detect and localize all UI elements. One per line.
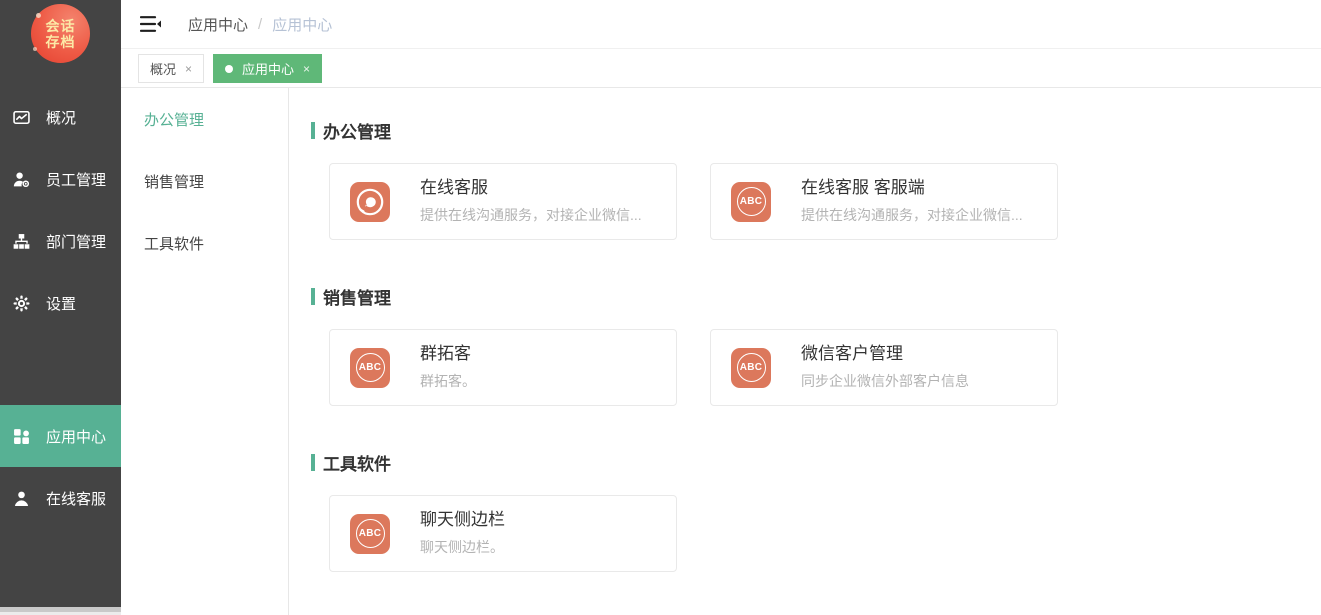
breadcrumb: 应用中心 / 应用中心 [188, 14, 332, 35]
abc-app-icon: ABC [731, 348, 771, 388]
app-card-chat-sidebar[interactable]: ABC 聊天侧边栏 聊天侧边栏。 [329, 495, 677, 572]
sidebar-item-online-service[interactable]: 在线客服 [0, 467, 121, 529]
app-description: 提供在线沟通服务，对接企业微信... [420, 205, 642, 225]
section-sales: 销售管理 ABC 群拓客 群拓客。 ABC [311, 284, 1321, 406]
tab-app-center[interactable]: 应用中心 × [213, 54, 322, 83]
sidebar-collapse-icon[interactable] [140, 15, 162, 33]
section-title-bar [311, 122, 315, 139]
app-center-content: 办公管理 在线客服 提供在线沟通服务，对接企业微信... ABC [290, 88, 1321, 615]
tab-close-icon[interactable]: × [185, 62, 192, 76]
app-description: 同步企业微信外部客户信息 [801, 371, 969, 391]
section-title-text: 工具软件 [323, 450, 391, 475]
section-title-text: 销售管理 [323, 284, 391, 309]
sidebar-item-settings[interactable]: 设置 [0, 272, 121, 334]
app-description: 提供在线沟通服务，对接企业微信... [801, 205, 1023, 225]
logo-dot-decoration [36, 13, 41, 18]
abc-icon-text: ABC [737, 353, 766, 382]
abc-icon-text: ABC [356, 353, 385, 382]
horizontal-scrollbar[interactable] [0, 607, 121, 615]
sidebar-item-overview[interactable]: 概况 [0, 86, 121, 148]
abc-app-icon: ABC [350, 514, 390, 554]
app-window: 会话 存档 概况 员工管理 部门管理 [0, 0, 1321, 615]
sidebar-item-label: 部门管理 [46, 231, 106, 252]
card-row: ABC 群拓客 群拓客。 ABC 微信客户管理 同步企业微信外部客户信息 [329, 329, 1321, 406]
app-grid-icon [13, 428, 30, 445]
customer-service-icon [350, 182, 390, 222]
category-item-tools[interactable]: 工具软件 [121, 212, 288, 274]
app-name: 在线客服 [420, 178, 642, 198]
sidebar-menu: 概况 员工管理 部门管理 设置 [0, 86, 121, 529]
logo-badge: 会话 存档 [31, 4, 90, 63]
tab-close-icon[interactable]: × [303, 62, 310, 76]
abc-app-icon: ABC [350, 348, 390, 388]
card-text: 在线客服 客服端 提供在线沟通服务，对接企业微信... [801, 178, 1023, 225]
main-sidebar: 会话 存档 概况 员工管理 部门管理 [0, 0, 121, 607]
app-card-online-service[interactable]: 在线客服 提供在线沟通服务，对接企业微信... [329, 163, 677, 240]
breadcrumb-separator: / [258, 16, 262, 33]
employee-icon [13, 171, 30, 188]
category-label: 销售管理 [144, 171, 204, 192]
logo-line1: 会话 [46, 18, 76, 34]
category-label: 工具软件 [144, 233, 204, 254]
sidebar-item-app-center[interactable]: 应用中心 [0, 405, 121, 467]
app-card-wechat-crm[interactable]: ABC 微信客户管理 同步企业微信外部客户信息 [710, 329, 1058, 406]
section-title: 销售管理 [311, 284, 1321, 309]
section-title: 办公管理 [311, 118, 1321, 143]
card-row: 在线客服 提供在线沟通服务，对接企业微信... ABC 在线客服 客服端 提供在… [329, 163, 1321, 240]
breadcrumb-first[interactable]: 应用中心 [188, 14, 248, 35]
tab-label: 概况 [150, 59, 176, 78]
sidebar-item-label: 在线客服 [46, 488, 106, 509]
sidebar-item-label: 应用中心 [46, 426, 106, 447]
card-row: ABC 聊天侧边栏 聊天侧边栏。 [329, 495, 1321, 572]
card-text: 在线客服 提供在线沟通服务，对接企业微信... [420, 178, 642, 225]
sidebar-item-label: 员工管理 [46, 169, 106, 190]
top-header: 应用中心 / 应用中心 [121, 0, 1321, 49]
sidebar-item-employees[interactable]: 员工管理 [0, 148, 121, 210]
active-tab-dot [225, 65, 233, 73]
app-card-online-service-agent[interactable]: ABC 在线客服 客服端 提供在线沟通服务，对接企业微信... [710, 163, 1058, 240]
sidebar-item-departments[interactable]: 部门管理 [0, 210, 121, 272]
gear-icon [13, 295, 30, 312]
app-description: 聊天侧边栏。 [420, 537, 505, 557]
section-office: 办公管理 在线客服 提供在线沟通服务，对接企业微信... ABC [311, 118, 1321, 240]
section-title-bar [311, 288, 315, 305]
sidebar-item-label: 设置 [46, 293, 76, 314]
breadcrumb-current: 应用中心 [272, 14, 332, 35]
category-sidebar: 办公管理 销售管理 工具软件 [121, 88, 289, 615]
person-icon [13, 490, 30, 507]
abc-icon-text: ABC [356, 519, 385, 548]
section-title-bar [311, 454, 315, 471]
logo-dot-decoration [33, 47, 37, 51]
logo: 会话 存档 [0, 0, 121, 63]
abc-icon-text: ABC [737, 187, 766, 216]
app-name: 群拓客 [420, 344, 476, 364]
tab-overview[interactable]: 概况 × [138, 54, 204, 83]
section-title-text: 办公管理 [323, 118, 391, 143]
category-item-office[interactable]: 办公管理 [121, 88, 288, 150]
category-item-sales[interactable]: 销售管理 [121, 150, 288, 212]
section-title: 工具软件 [311, 450, 1321, 475]
abc-app-icon: ABC [731, 182, 771, 222]
department-icon [13, 233, 30, 250]
card-text: 群拓客 群拓客。 [420, 344, 476, 391]
app-name: 微信客户管理 [801, 344, 969, 364]
app-name: 聊天侧边栏 [420, 510, 505, 530]
card-text: 聊天侧边栏 聊天侧边栏。 [420, 510, 505, 557]
tab-label: 应用中心 [242, 59, 294, 78]
category-label: 办公管理 [144, 109, 204, 130]
tab-bar: 概况 × 应用中心 × [121, 50, 1321, 88]
sidebar-item-label: 概况 [46, 107, 76, 128]
app-description: 群拓客。 [420, 371, 476, 391]
chart-icon [13, 109, 30, 126]
card-text: 微信客户管理 同步企业微信外部客户信息 [801, 344, 969, 391]
logo-line2: 存档 [46, 34, 76, 50]
app-name: 在线客服 客服端 [801, 178, 1023, 198]
section-tools: 工具软件 ABC 聊天侧边栏 聊天侧边栏。 [311, 450, 1321, 572]
app-card-group-customer[interactable]: ABC 群拓客 群拓客。 [329, 329, 677, 406]
